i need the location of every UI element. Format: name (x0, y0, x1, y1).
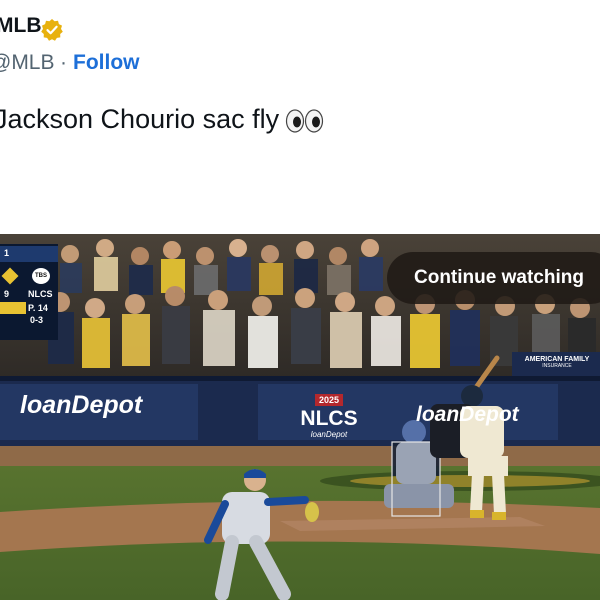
scorebug-series: NLCS (28, 289, 53, 299)
follow-button[interactable]: Follow (73, 51, 140, 75)
nlcs-title: NLCS (300, 407, 358, 430)
insurance-sign-top: AMERICAN FAMILY (524, 356, 590, 363)
scorebug-count: 0-3 (30, 315, 44, 325)
sponsor-sign-left: loanDepot (20, 391, 143, 419)
handle-separator: · (60, 51, 67, 74)
scorebug-inning: 1 (4, 248, 10, 258)
tweet-header: MLB @MLB · Follow (0, 0, 600, 90)
account-name[interactable]: MLB (0, 14, 42, 38)
insurance-sign: AMERICAN FAMILY INSURANCE (518, 356, 596, 369)
video-player[interactable]: 1 TBS 9 NLCS P. 14 0-3 Continue watching… (0, 234, 600, 600)
nlcs-year: 2025 (314, 394, 344, 406)
scorebug-pitch-count: P. 14 (28, 303, 48, 313)
insurance-sign-bottom: INSURANCE (542, 363, 572, 369)
nlcs-logo: 2025 NLCS loanDepot (286, 390, 372, 439)
base-diamonds-icon (1, 267, 19, 285)
network-logo: TBS (32, 268, 50, 284)
continue-watching-button[interactable]: Continue watching (387, 252, 600, 304)
verified-badge-icon (41, 19, 63, 41)
scorebug-score: 9 (4, 289, 10, 299)
account-handle[interactable]: @MLB (0, 51, 55, 75)
eyes-emoji-icon (286, 109, 324, 133)
sponsor-sign-right: loanDepot (416, 403, 519, 426)
tweet-text-content: Jackson Chourio sac fly (0, 104, 280, 134)
tweet-text: Jackson Chourio sac fly (0, 104, 325, 135)
scorebug: 1 TBS 9 NLCS P. 14 0-3 (0, 244, 58, 340)
nlcs-sponsor: loanDepot (310, 430, 348, 439)
